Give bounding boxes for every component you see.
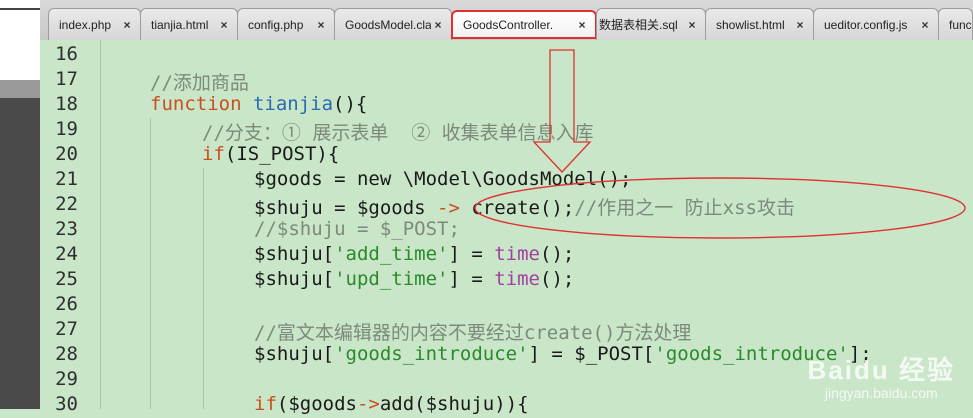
sidebar-shade <box>0 80 40 98</box>
line-number: 23 <box>55 218 78 240</box>
line-number-gutter: 16 17 18 19 20 21 22 23 24 25 26 27 28 2… <box>40 40 100 415</box>
arrow-operator: -> <box>437 197 460 219</box>
arrow-operator: -> <box>356 393 380 415</box>
close-icon[interactable]: × <box>793 18 807 32</box>
baidu-jingyan-watermark: Baidu 经验 jingyan.baidu.com <box>808 350 955 401</box>
close-icon[interactable]: × <box>314 18 328 32</box>
string-literal: 'add_time' <box>334 243 449 265</box>
code-comment: //富文本编辑器的内容不要经过create()方法处理 <box>254 322 692 344</box>
keyword: if <box>254 393 277 415</box>
line-number: 17 <box>55 68 78 90</box>
code-text: create(); <box>459 197 575 219</box>
code-line-create: $shuju = $goods -> create();//作用之一 防止xss… <box>254 193 795 219</box>
watermark-brand: Baidu 经验 <box>807 355 955 385</box>
close-icon[interactable]: × <box>575 18 589 32</box>
code-text: \Model\GoodsModel(); <box>391 168 632 190</box>
code-text: (); <box>540 268 575 290</box>
code-line-upd-time: $shuju['upd_time'] = time(); <box>254 268 574 293</box>
tab-label: index.php <box>59 17 112 32</box>
close-icon[interactable]: × <box>431 18 445 32</box>
code-line-introduce: $shuju['goods_introduce'] = $_POST['good… <box>254 343 872 368</box>
tab-index-php[interactable]: index.php × <box>48 8 141 40</box>
code-comment: //分支：① 展示表单 ② 收集表单信息入库 <box>202 122 594 144</box>
function-name: tianjia <box>252 93 334 115</box>
tab-config-php[interactable]: config.php × <box>237 8 335 40</box>
tab-func[interactable]: func <box>938 8 973 40</box>
code-text: add($shuju)){ <box>379 393 529 415</box>
line-number: 27 <box>55 318 78 340</box>
tab-goodsmodel[interactable]: GoodsModel.clas × <box>334 8 452 40</box>
keyword: new <box>356 168 392 190</box>
tab-label: ueditor.config.js <box>824 17 908 32</box>
code-line-add: if($goods->add($shuju)){ <box>254 393 529 418</box>
indent-guide <box>203 168 204 409</box>
sidebar-panel <box>0 0 40 98</box>
code-text: ] = <box>448 243 495 265</box>
line-number: 21 <box>55 168 78 190</box>
line-number: 18 <box>55 93 78 115</box>
tab-ueditor-config[interactable]: ueditor.config.js × <box>813 8 939 40</box>
line-number: 16 <box>55 43 78 65</box>
line-number: 26 <box>55 293 78 315</box>
code-comment: //添加商品 <box>150 72 249 94</box>
tab-label: config.php <box>248 17 304 32</box>
code-line-if: if(IS_POST){ <box>202 143 339 168</box>
line-number: 29 <box>55 368 78 390</box>
line-number: 30 <box>55 393 78 415</box>
watermark-url: jingyan.baidu.com <box>824 385 938 401</box>
keyword: if <box>202 143 225 165</box>
code-text: $shuju = $goods <box>254 197 438 219</box>
code-text: (){ <box>333 93 368 115</box>
sidebar-divider <box>0 8 40 10</box>
line-number: 19 <box>55 118 78 140</box>
code-text: (); <box>540 243 575 265</box>
line-number: 24 <box>55 243 78 265</box>
close-icon[interactable]: × <box>120 18 134 32</box>
tab-label: GoodsModel.clas <box>345 17 431 32</box>
code-comment: //$shuju = $_POST; <box>254 218 460 240</box>
code-text: ($goods <box>276 393 357 415</box>
code-text: $shuju[ <box>254 343 335 365</box>
left-sidebar-strip <box>0 0 40 409</box>
indent-guide <box>150 118 151 409</box>
code-line-add-time: $shuju['add_time'] = time(); <box>254 243 574 268</box>
code-line-new-model: $goods = new \Model\GoodsModel(); <box>254 168 632 193</box>
code-text: $shuju[ <box>254 268 335 290</box>
close-icon[interactable]: × <box>217 18 231 32</box>
code-text: ] = <box>448 268 495 290</box>
indent-guide <box>100 40 101 409</box>
keyword: function <box>150 93 242 115</box>
tab-label: 数据表相关.sql <box>599 18 678 32</box>
tab-label: tianjia.html <box>151 17 209 32</box>
tab-label: func <box>949 17 972 32</box>
close-icon[interactable]: × <box>918 18 932 32</box>
code-text: $shuju[ <box>254 243 335 265</box>
tab-bar: index.php × tianjia.html × config.php × Goo… <box>40 0 973 41</box>
tab-label: showlist.html <box>716 17 785 32</box>
line-number: 22 <box>55 193 78 215</box>
code-line-function: function tianjia(){ <box>150 93 367 118</box>
line-number: 20 <box>55 143 78 165</box>
code-text: (IS_POST){ <box>224 143 340 165</box>
code-comment: //作用之一 防止xss攻击 <box>574 197 795 219</box>
string-literal: 'goods_introduce' <box>334 343 529 365</box>
builtin-function: time <box>494 243 540 265</box>
code-text: $goods = <box>254 168 357 190</box>
close-icon[interactable]: × <box>685 18 699 32</box>
tab-label: GoodsController. <box>463 17 554 32</box>
tab-tianjia-html[interactable]: tianjia.html × <box>140 8 238 40</box>
tab-showlist-html[interactable]: showlist.html × <box>705 8 814 40</box>
builtin-function: time <box>494 268 540 290</box>
tab-goodscontroller[interactable]: GoodsController. × <box>451 10 597 39</box>
line-number: 28 <box>55 343 78 365</box>
line-number: 25 <box>55 268 78 290</box>
tab-sql[interactable]: 数据表相关.sql × <box>596 8 706 40</box>
code-text: ] = $_POST[ <box>528 343 655 365</box>
string-literal: 'upd_time' <box>334 268 449 290</box>
